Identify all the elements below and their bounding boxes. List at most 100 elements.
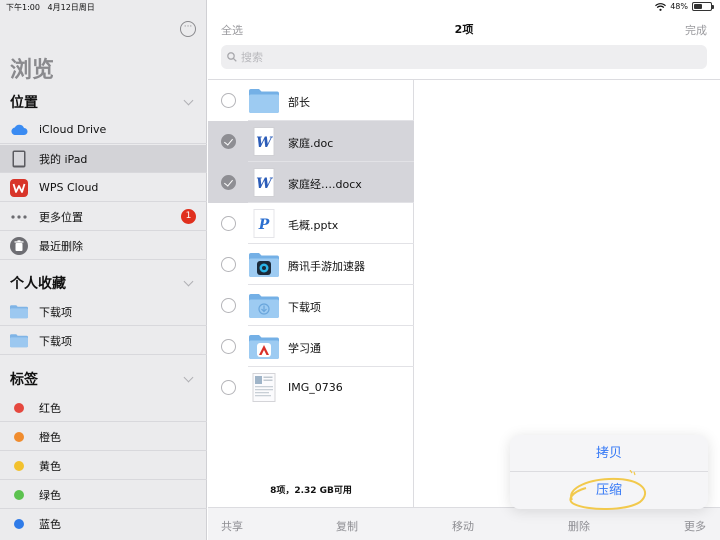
sidebar-item-label: 我的 iPad [39, 152, 88, 166]
tag-color-dot [14, 519, 24, 529]
compress-menu-item[interactable]: 压缩 [510, 472, 708, 509]
chevron-down-icon[interactable] [183, 276, 194, 286]
sidebar-tag-yellow[interactable]: 黄色 [0, 452, 207, 480]
sidebar-item-recently-deleted[interactable]: 最近删除 [0, 232, 207, 260]
sidebar-item-label: iCloud Drive [39, 123, 107, 136]
trash-icon [10, 236, 28, 255]
downloads-folder-icon [249, 294, 279, 318]
select-radio-checked[interactable] [221, 175, 236, 190]
file-name: 部长 [288, 96, 310, 109]
sidebar-item-downloads-1[interactable]: 下载项 [0, 298, 207, 326]
select-radio[interactable] [221, 216, 236, 231]
file-row[interactable]: 下载项 [208, 285, 414, 326]
chevron-down-icon[interactable] [183, 372, 194, 382]
chevron-down-icon[interactable] [183, 95, 194, 105]
sidebar-item-wps-cloud[interactable]: WPS Cloud [0, 174, 207, 202]
sidebar: ··· 浏览 位置 iCloud Drive 我的 iPad WPS Cloud… [0, 0, 207, 540]
powerpoint-document-icon: P [253, 209, 275, 238]
sidebar-item-icloud[interactable]: iCloud Drive [0, 116, 207, 144]
tag-color-dot [14, 431, 24, 442]
status-bar: 下午1:00 4月12日周日 48% [0, 0, 720, 14]
more-dots-icon [10, 208, 28, 226]
sidebar-tag-red[interactable]: 红色 [0, 394, 207, 422]
section-tags-header[interactable]: 标签 [10, 368, 198, 390]
app-folder-icon [249, 335, 279, 359]
search-placeholder: 搜索 [241, 51, 263, 64]
storage-info: 8项，2.32 GB可用 [270, 486, 352, 496]
select-radio[interactable] [221, 93, 236, 108]
file-name: IMG_0736 [288, 381, 343, 394]
status-time: 下午1:00 [6, 3, 40, 12]
section-locations-title: 位置 [10, 95, 38, 111]
word-document-icon: W [253, 168, 275, 197]
select-radio[interactable] [221, 298, 236, 313]
sidebar-item-my-ipad[interactable]: 我的 iPad [0, 145, 207, 173]
sidebar-item-label: 更多位置 [39, 210, 83, 224]
tag-color-dot [14, 489, 24, 500]
file-row[interactable]: P 毛概.pptx [208, 203, 414, 244]
folder-icon [10, 332, 28, 350]
wifi-icon [655, 2, 667, 11]
done-button[interactable]: 完成 [685, 22, 707, 38]
status-right: 48% [655, 2, 714, 11]
tag-color-dot [14, 460, 24, 471]
section-tags-title: 标签 [10, 372, 38, 388]
file-row[interactable]: W 家庭经….docx [208, 162, 414, 203]
more-button[interactable]: 更多 [684, 518, 706, 534]
sidebar-item-label: 最近删除 [39, 239, 83, 253]
battery-icon [692, 2, 714, 11]
bottom-toolbar: 共享 复制 移动 删除 更多 [208, 507, 720, 540]
folder-icon [10, 303, 28, 321]
file-name: 学习通 [288, 342, 321, 355]
sidebar-item-label: 下载项 [39, 334, 72, 348]
status-date: 4月12日周日 [47, 3, 95, 12]
sidebar-item-more-locations[interactable]: 更多位置 1 [0, 203, 207, 231]
file-name: 下载项 [288, 301, 321, 314]
move-button[interactable]: 移动 [452, 518, 474, 534]
sidebar-item-label: WPS Cloud [39, 181, 99, 194]
file-row[interactable]: IMG_0736 [208, 367, 414, 408]
wps-icon [10, 178, 28, 197]
copy-button[interactable]: 复制 [336, 518, 358, 534]
sidebar-tag-orange[interactable]: 橙色 [0, 423, 207, 451]
more-options-icon[interactable]: ··· [180, 21, 196, 37]
search-icon [227, 52, 237, 62]
file-row[interactable]: 腾讯手游加速器 [208, 244, 414, 285]
share-button[interactable]: 共享 [221, 518, 243, 534]
more-actions-popover: 拷贝 压缩 [510, 435, 708, 509]
search-input[interactable]: 搜索 [221, 45, 707, 69]
sidebar-item-label: 红色 [39, 401, 61, 415]
image-thumbnail-icon [252, 373, 276, 402]
section-locations-header[interactable]: 位置 [10, 91, 198, 113]
select-radio[interactable] [221, 257, 236, 272]
ipad-icon [10, 150, 28, 168]
sidebar-item-label: 蓝色 [39, 518, 61, 531]
browse-title: 浏览 [10, 58, 55, 83]
sidebar-tag-green[interactable]: 绿色 [0, 481, 207, 509]
duplicate-menu-item[interactable]: 拷贝 [510, 435, 708, 472]
select-radio[interactable] [221, 339, 236, 354]
select-radio[interactable] [221, 380, 236, 395]
delete-button[interactable]: 删除 [568, 518, 590, 534]
sidebar-tag-blue[interactable]: 蓝色 [0, 510, 207, 538]
file-list: 部长 W 家庭.doc W 家庭经….docx P 毛概.pptx 腾讯手游加速… [208, 80, 414, 507]
section-favorites-header[interactable]: 个人收藏 [10, 272, 198, 294]
tag-color-dot [14, 402, 24, 413]
file-name: 家庭经….docx [288, 178, 362, 191]
select-radio-checked[interactable] [221, 134, 236, 149]
svg-text:W: W [256, 176, 273, 192]
sidebar-item-label: 橙色 [39, 430, 61, 444]
svg-text:P: P [258, 217, 270, 233]
file-row[interactable]: 学习通 [208, 326, 414, 367]
file-row[interactable]: 部长 [208, 80, 414, 121]
folder-icon [249, 89, 279, 113]
status-time-date: 下午1:00 4月12日周日 [6, 2, 95, 13]
battery-percent: 48% [670, 2, 688, 11]
notification-badge: 1 [181, 209, 196, 224]
sidebar-item-label: 下载项 [39, 305, 72, 319]
icloud-icon [10, 121, 28, 139]
sidebar-item-label: 黄色 [39, 459, 61, 473]
sidebar-item-label: 绿色 [39, 488, 61, 502]
sidebar-item-downloads-2[interactable]: 下载项 [0, 327, 207, 355]
file-row[interactable]: W 家庭.doc [208, 121, 414, 162]
